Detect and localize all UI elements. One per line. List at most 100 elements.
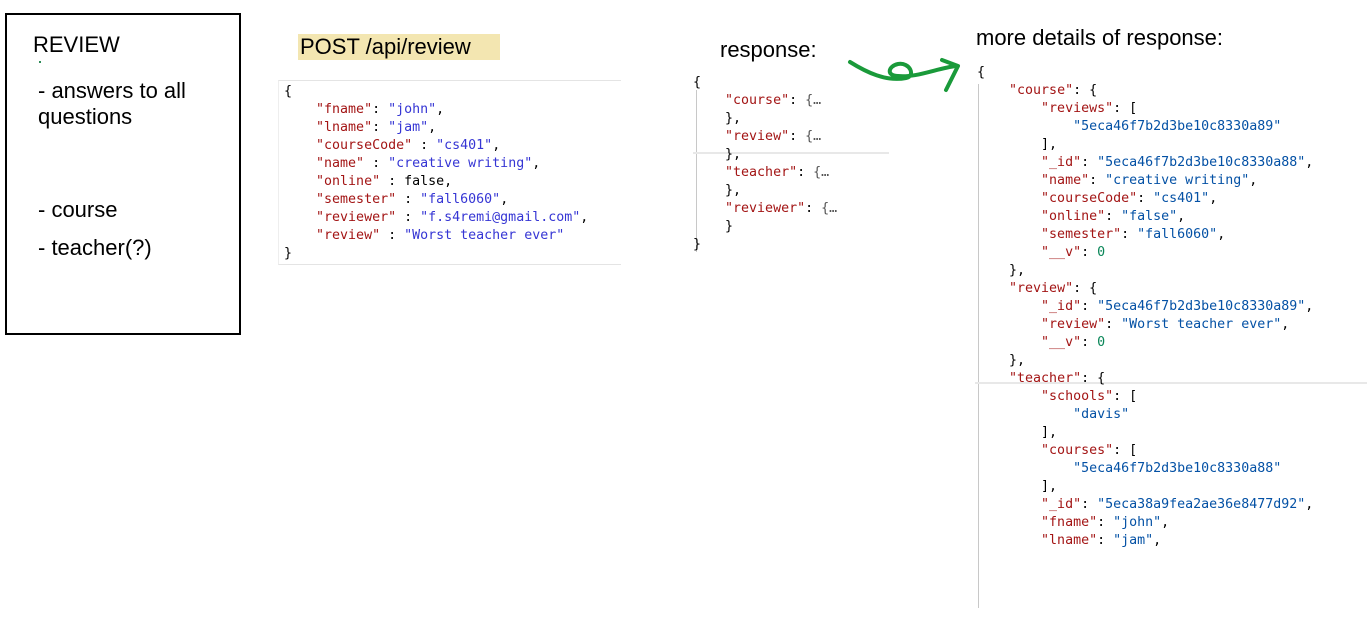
json-comma: , [1305,155,1314,170]
code-line: "fname": "john", [977,514,1313,532]
code-line: "__v": 0 [977,244,1313,262]
json-value: "5eca38a9fea2ae36e8477d92" [1097,497,1306,512]
json-comma: , [1249,173,1258,188]
code-line: "course": { [977,82,1313,100]
json-punct: : [ [1113,443,1138,458]
collapsed-object: {… [821,201,838,216]
json-string: "5eca46f7b2d3be10c8330a88" [1073,461,1282,476]
json-brace: { [693,75,702,90]
json-key: "__v" [1041,335,1082,350]
json-comma: , [500,192,509,207]
review-title: REVIEW [33,32,120,57]
code-line: "teacher": { [977,370,1313,388]
json-colon: : [396,210,421,225]
json-key: "__v" [1041,245,1082,260]
review-item-answers: - answers to all questions [38,78,186,129]
json-key: "schools" [1041,389,1114,404]
json-colon: : [372,120,389,135]
json-value: false [404,174,445,189]
code-line: "name" : "creative writing", [284,155,588,173]
json-key: "course" [725,93,790,108]
request-code-panel: { "fname": "john", "lname": "jam", "cour… [278,80,621,265]
json-comma: , [1177,209,1186,224]
json-colon: : [1089,173,1106,188]
json-colon: : [1097,515,1114,530]
json-comma: , [428,120,437,135]
json-value: "5eca46f7b2d3be10c8330a89" [1097,299,1306,314]
code-line: "online": "false", [977,208,1313,226]
details-heading: more details of response: [976,25,1224,50]
json-value: "cs401" [436,138,493,153]
json-key: "reviewer" [725,201,806,216]
code-line: }, [693,110,837,128]
json-value: 0 [1097,245,1106,260]
json-key: "name" [1041,173,1090,188]
code-line: "review": {… [693,128,837,146]
code-line: { [693,74,837,92]
code-line: "5eca46f7b2d3be10c8330a89" [977,118,1313,136]
json-key: "review" [725,129,790,144]
json-value: 0 [1097,335,1106,350]
json-key: "course" [1009,83,1074,98]
json-key: "_id" [1041,497,1082,512]
json-colon: : [797,165,814,180]
code-line: "teacher": {… [693,164,837,182]
json-key: "lname" [316,120,373,135]
json-colon: : [380,174,405,189]
code-line: "semester" : "fall6060", [284,191,588,209]
json-key: "courseCode" [316,138,413,153]
details-code: { "course": { "reviews": [ "5eca46f7b2d3… [977,64,1313,550]
json-comma: , [444,174,453,189]
code-line: ], [977,136,1313,154]
code-line: "reviewer": {… [693,200,837,218]
json-key: "_id" [1041,155,1082,170]
json-colon: : [380,228,405,243]
json-punct: }, [1009,263,1026,278]
code-line: "reviews": [ [977,100,1313,118]
json-value: "john" [388,102,437,117]
code-line: "review": "Worst teacher ever", [977,316,1313,334]
json-comma: , [1153,533,1162,548]
json-value: "creative writing" [1105,173,1250,188]
details-code-panel: { "course": { "reviews": [ "5eca46f7b2d3… [975,62,1367,608]
code-line: "schools": [ [977,388,1313,406]
code-line: }, [693,182,837,200]
code-line: "__v": 0 [977,334,1313,352]
json-key: "review" [1009,281,1074,296]
json-punct: ], [1041,479,1058,494]
collapsed-object: {… [813,165,830,180]
json-key: "reviews" [1041,101,1114,116]
json-value: "john" [1113,515,1162,530]
json-punct: : { [1073,83,1098,98]
json-brace: } [284,246,293,261]
json-colon: : [1105,209,1122,224]
json-punct: : { [1081,371,1106,386]
code-line: "davis" [977,406,1313,424]
json-punct: : [ [1113,389,1138,404]
code-line: "review": { [977,280,1313,298]
json-string: "davis" [1073,407,1130,422]
json-colon: : [364,156,389,171]
code-line: "_id": "5eca46f7b2d3be10c8330a88", [977,154,1313,172]
review-item-course: - course [38,197,118,222]
json-value: "jam" [1113,533,1154,548]
json-punct: { [977,65,986,80]
json-key: "_id" [1041,299,1082,314]
json-value: "fall6060" [1137,227,1218,242]
